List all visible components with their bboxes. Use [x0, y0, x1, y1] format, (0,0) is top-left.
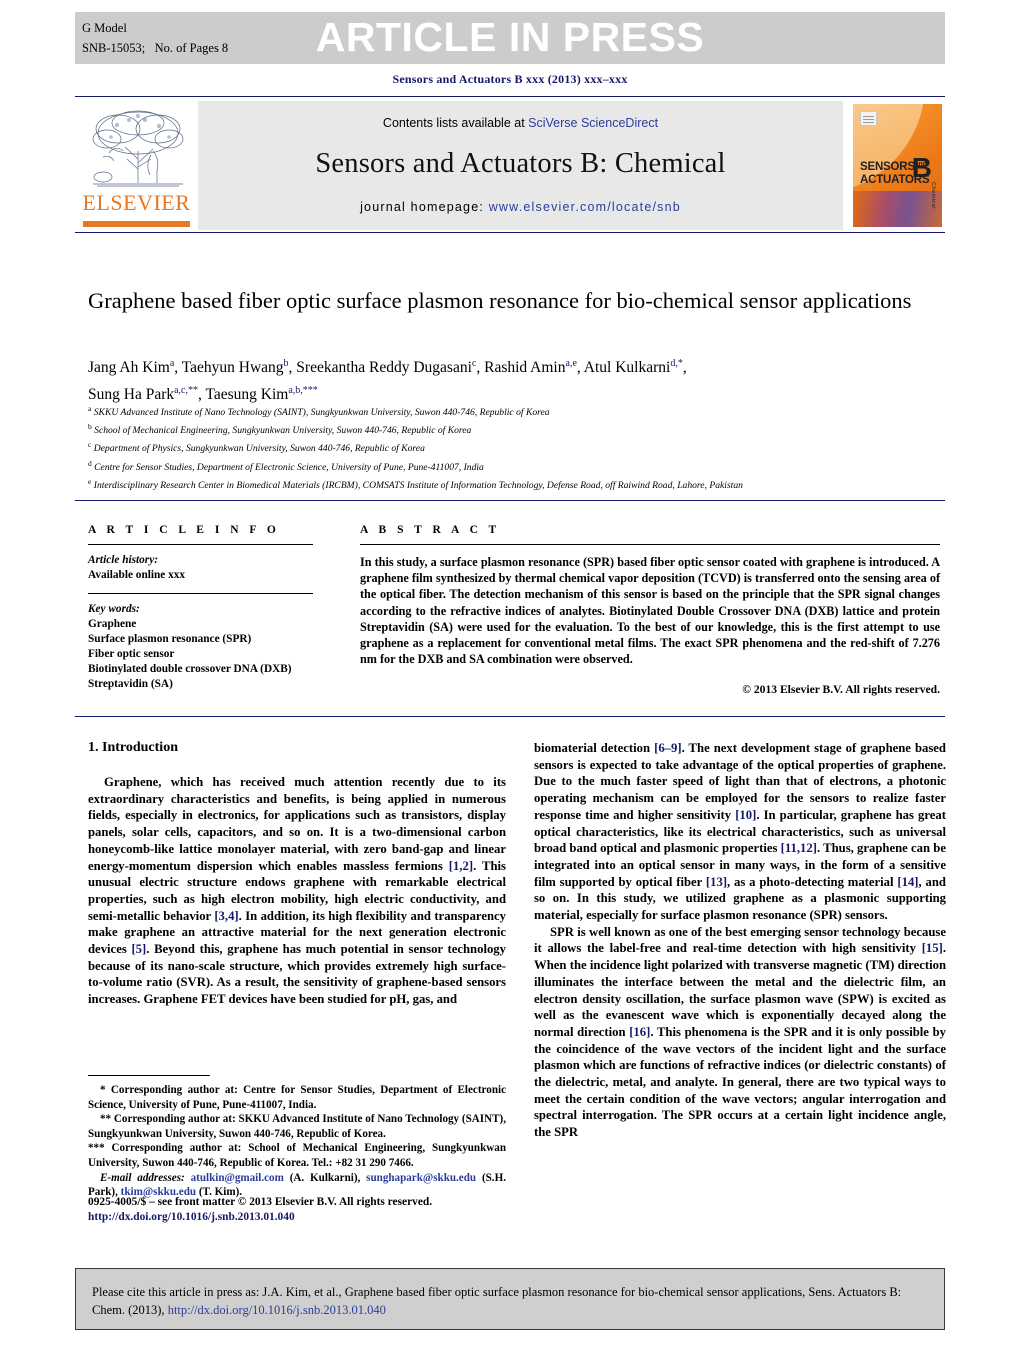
contents-prefix: Contents lists available at: [382, 116, 529, 130]
masthead-rule-bottom: [75, 232, 945, 233]
email-addresses-label: E-mail addresses:: [100, 1171, 185, 1184]
header-rule-top: [75, 96, 945, 97]
footnote-rule: [88, 1075, 210, 1076]
homepage-url[interactable]: www.elsevier.com/locate/snb: [489, 200, 681, 214]
footnote-block: * Corresponding author at: Centre for Se…: [88, 1083, 506, 1200]
section-heading-introduction: 1. Introduction: [88, 740, 178, 755]
masthead-center: Contents lists available at SciVerse Sci…: [198, 101, 843, 230]
elsevier-logo: ELSEVIER: [75, 101, 198, 230]
keywords-block: Key words: Graphene Surface plasmon reso…: [88, 602, 313, 692]
info-rule-top: [75, 500, 945, 501]
contents-available-line: Contents lists available at SciVerse Sci…: [198, 116, 843, 130]
keyword-item: Biotinylated double crossover DNA (DXB): [88, 663, 292, 675]
body-column-left: 1. Introduction Graphene, which has rece…: [88, 740, 506, 1008]
affiliation-text: Department of Physics, Sungkyunkwan Univ…: [93, 443, 425, 455]
keyword-item: Streptavidin (SA): [88, 678, 173, 690]
cover-publisher-logo-icon: [860, 111, 877, 126]
affiliation-item: c Department of Physics, Sungkyunkwan Un…: [88, 438, 958, 456]
affiliation-text: Interdisciplinary Research Center in Bio…: [93, 479, 743, 491]
email-owner-1: (A. Kulkarni),: [283, 1171, 367, 1184]
journal-reference-line: Sensors and Actuators B xxx (2013) xxx–x…: [392, 72, 628, 86]
cover-sensors-text: SENSORS: [860, 161, 915, 173]
article-info-divider-1: [88, 544, 313, 545]
journal-masthead: ELSEVIER Contents lists available at Sci…: [75, 101, 945, 230]
elsevier-wordmark: ELSEVIER: [82, 190, 191, 215]
abstract-text: In this study, a surface plasmon resonan…: [360, 555, 940, 667]
affiliation-mark: b: [88, 422, 92, 432]
affiliation-mark: d: [88, 458, 92, 468]
affiliation-item: a SKKU Advanced Institute of Nano Techno…: [88, 402, 958, 420]
g-model-label: G Model: [82, 21, 127, 35]
affiliation-item: d Centre for Sensor Studies, Department …: [88, 457, 958, 475]
author-line-1: Jang Ah Kima, Taehyun Hwangb, Sreekantha…: [88, 358, 687, 377]
model-id-label: SNB-15053; No. of Pages 8: [82, 41, 229, 55]
abstract-divider: [360, 544, 940, 545]
email-link-park[interactable]: sunghapark@skku.edu: [366, 1172, 476, 1184]
footnote-1: * Corresponding author at: Centre for Se…: [88, 1084, 506, 1111]
issn-copyright-line: 0925-4005/$ – see front matter © 2013 El…: [88, 1196, 433, 1208]
journal-cover-image: SENSORSand ACTUATORS B Chemical: [850, 101, 945, 230]
journal-cover-artwork: SENSORSand ACTUATORS B Chemical: [853, 104, 942, 227]
intro-paragraph-right-2: SPR is well known as one of the best eme…: [534, 924, 946, 1140]
author-list: Jang Ah Kima, Taehyun Hwangb, Sreekantha…: [88, 352, 943, 406]
keyword-item: Graphene: [88, 618, 137, 630]
homepage-prefix: journal homepage:: [360, 200, 489, 214]
affiliation-mark: e: [88, 476, 92, 486]
doi-link[interactable]: http://dx.doi.org/10.1016/j.snb.2013.01.…: [88, 1210, 506, 1225]
keyword-item: Surface plasmon resonance (SPR): [88, 633, 252, 645]
abstract-column: A B S T R A C T In this study, a surface…: [360, 524, 940, 696]
affiliation-mark: c: [88, 440, 92, 450]
affiliation-mark: a: [88, 404, 92, 413]
article-info-divider-2: [88, 593, 313, 594]
front-matter-block: 0925-4005/$ – see front matter © 2013 El…: [88, 1195, 506, 1225]
journal-title: Sensors and Actuators B: Chemical: [315, 148, 726, 179]
journal-homepage-line: journal homepage: www.elsevier.com/locat…: [198, 200, 843, 214]
email-link-kulkarni[interactable]: atulkin@gmail.com: [191, 1172, 284, 1184]
g-model-block: G Model SNB-15053; No. of Pages 8: [82, 18, 228, 58]
elsevier-tree-icon: [92, 110, 184, 187]
keywords-label: Key words:: [88, 603, 140, 615]
body-column-right: biomaterial detection [6–9]. The next de…: [534, 740, 946, 1141]
footnote-2: ** Corresponding author at: SKKU Advance…: [88, 1113, 506, 1140]
cover-bottom-gradient: [853, 191, 942, 227]
affiliation-list: a SKKU Advanced Institute of Nano Techno…: [88, 402, 958, 493]
elsevier-orange-bar: [83, 221, 190, 227]
footnote-3: *** Corresponding author at: School of M…: [88, 1142, 506, 1169]
article-history-label: Article history:: [88, 554, 158, 566]
sciencedirect-link[interactable]: SciVerse ScienceDirect: [528, 116, 658, 130]
keyword-item: Fiber optic sensor: [88, 648, 175, 660]
affiliation-item: e Interdisciplinary Research Center in B…: [88, 475, 958, 493]
article-info-column: A R T I C L E I N F O Article history: A…: [88, 524, 313, 692]
cite-this-article-text: Please cite this article in press as: J.…: [76, 1269, 944, 1319]
article-history-value: Available online xxx: [88, 569, 186, 581]
cite-doi-link[interactable]: http://dx.doi.org/10.1016/j.snb.2013.01.…: [168, 1303, 386, 1317]
cite-this-article-box: Please cite this article in press as: J.…: [75, 1268, 945, 1330]
cover-letter-b: B: [911, 152, 932, 183]
article-info-heading: A R T I C L E I N F O: [88, 524, 280, 536]
article-history-block: Article history: Available online xxx: [88, 553, 313, 583]
page-title: Graphene based fiber optic surface plasm…: [88, 288, 912, 313]
affiliation-item: b School of Mechanical Engineering, Sung…: [88, 420, 958, 438]
abstract-heading: A B S T R A C T: [360, 524, 501, 536]
intro-paragraph-left: Graphene, which has received much attent…: [88, 775, 506, 1007]
affiliation-text: School of Mechanical Engineering, Sungky…: [94, 425, 472, 437]
affiliation-text: Centre for Sensor Studies, Department of…: [94, 461, 484, 473]
abstract-copyright: © 2013 Elsevier B.V. All rights reserved…: [742, 683, 940, 697]
affiliation-text: SKKU Advanced Institute of Nano Technolo…: [93, 407, 550, 419]
intro-paragraph-right-1: biomaterial detection [6–9]. The next de…: [534, 741, 946, 923]
body-rule-top: [75, 716, 945, 717]
cover-chemical-text: Chemical: [930, 182, 936, 209]
